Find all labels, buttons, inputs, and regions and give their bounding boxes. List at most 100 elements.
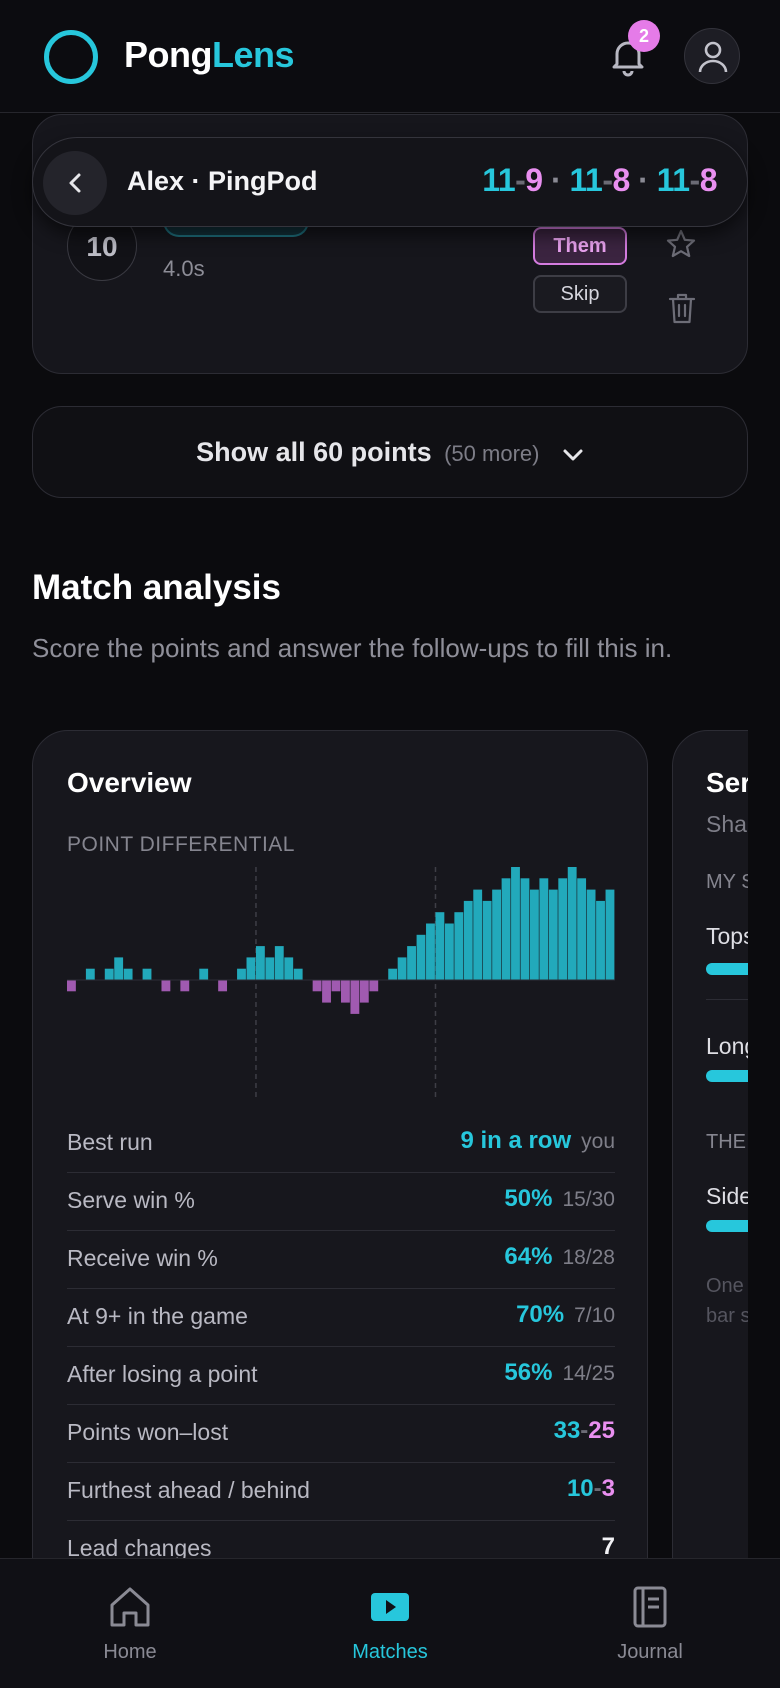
stat-row-best-run: Best run 9 in a row you: [67, 1115, 615, 1173]
profile-button[interactable]: [684, 28, 740, 84]
chart-bar: [67, 980, 76, 992]
chart-bar: [85, 968, 95, 980]
chart-bar: [501, 878, 511, 980]
chart-bar: [435, 912, 445, 980]
game-score-me: 11: [482, 162, 516, 198]
nav-label: Matches: [352, 1641, 428, 1663]
match-score: 11-9 · 11-8 · 11-8: [482, 162, 717, 199]
card-note: bar s: [706, 1305, 751, 1327]
stat-row-at-nine-plus: At 9+ in the game 70% 7/10: [67, 1289, 615, 1347]
user-icon: [698, 41, 728, 73]
points-won: 33: [553, 1417, 581, 1444]
stat-value: 9 in a row you: [460, 1127, 615, 1155]
chart-bar: [492, 889, 502, 980]
stat-value-sub: you: [581, 1130, 615, 1153]
stat-label: Points won–lost: [67, 1419, 229, 1445]
score-separator: ·: [550, 162, 562, 198]
game-score-me: 11: [656, 162, 690, 198]
score-dash: -: [593, 1475, 602, 1502]
game-score-them: 8: [612, 162, 630, 198]
game-score-them: 8: [699, 162, 718, 198]
notification-count-badge: 2: [628, 20, 660, 52]
them-button[interactable]: Them: [533, 227, 627, 265]
furthest-ahead: 10: [566, 1475, 594, 1502]
nav-item-journal[interactable]: Journal: [550, 1559, 750, 1688]
chart-bar: [577, 878, 587, 980]
chart-bar: [473, 889, 483, 980]
app-logo[interactable]: PongLens: [124, 34, 295, 76]
point-differential-chart: [67, 867, 615, 1097]
stat-label: Best run: [67, 1129, 153, 1155]
stat-value-sub: 14/25: [562, 1362, 615, 1385]
chart-bar: [482, 900, 492, 980]
match-header-bar: Alex · PingPod 11-9 · 11-8 · 11-8: [32, 137, 748, 227]
chart-bar: [284, 957, 294, 980]
point-duration: 4.0s: [163, 256, 205, 281]
show-all-label: Show all 60 points: [196, 437, 432, 467]
chart-bar: [596, 900, 605, 980]
stat-row-furthest: Furthest ahead / behind 10-3: [67, 1463, 615, 1521]
chart-bar: [123, 968, 133, 980]
stat-row-receive-win: Receive win % 64% 18/28: [67, 1231, 615, 1289]
stat-label: Furthest ahead / behind: [67, 1477, 310, 1503]
chart-bar: [586, 889, 596, 980]
chart-bar: [350, 980, 360, 1014]
section-subtitle: Score the points and answer the follow-u…: [32, 633, 673, 663]
overview-card[interactable]: Overview POINT DIFFERENTIAL Best run 9 i…: [32, 730, 648, 1688]
score-dash: -: [689, 162, 701, 198]
chart-bar: [529, 889, 539, 980]
stat-label: Receive win %: [67, 1245, 218, 1271]
chart-bar: [218, 980, 228, 992]
stat-label: After losing a point: [67, 1361, 258, 1387]
stat-value-main: 9 in a row: [460, 1127, 572, 1154]
score-dash: -: [602, 162, 613, 198]
score-dash: -: [515, 162, 526, 198]
play-icon: [371, 1593, 409, 1621]
stat-value-sub: 15/30: [562, 1188, 615, 1211]
chart-bar: [426, 923, 435, 980]
section-title: Match analysis: [32, 568, 281, 607]
chart-bar: [255, 946, 265, 980]
app-header: PongLens 2: [0, 0, 780, 113]
furthest-behind: 3: [601, 1475, 615, 1502]
trash-icon[interactable]: [667, 291, 697, 325]
stat-value-main: 56%: [504, 1359, 553, 1386]
nav-item-matches[interactable]: Matches: [290, 1559, 490, 1688]
chart-bar: [274, 946, 284, 980]
chart-bar: [322, 980, 331, 1003]
brand-name-part: Lens: [211, 34, 295, 75]
chart-bar: [265, 957, 275, 980]
card-title: Overview: [67, 767, 192, 798]
stat-value: 56% 14/25: [504, 1359, 615, 1387]
viewport-edge: [748, 700, 780, 1560]
chart-bar: [539, 878, 549, 980]
nav-item-home[interactable]: Home: [30, 1559, 230, 1688]
stat-value: 50% 15/30: [504, 1185, 615, 1213]
chart-bar: [463, 900, 473, 980]
score-separator: ·: [638, 162, 649, 198]
chart-bar: [161, 980, 171, 992]
home-icon: [110, 1587, 150, 1627]
chart-bar: [293, 968, 303, 980]
card-subtitle: Sha: [706, 811, 747, 837]
stat-value: 64% 18/28: [504, 1243, 615, 1271]
skip-button[interactable]: Skip: [533, 275, 627, 313]
stat-value-sub: 18/28: [562, 1246, 615, 1269]
chart-bar: [142, 968, 152, 980]
back-button[interactable]: [43, 151, 107, 215]
stat-row-serve-win: Serve win % 50% 15/30: [67, 1173, 615, 1231]
chart-bar: [511, 867, 520, 980]
stat-value-main: 64%: [504, 1243, 553, 1270]
chart-bar: [520, 878, 530, 980]
chart-bar: [407, 946, 416, 980]
logo-icon: [44, 30, 98, 84]
show-all-points-button[interactable]: Show all 60 points (50 more): [32, 406, 748, 498]
section-label: THE: [706, 1131, 746, 1153]
chart-bar: [341, 980, 350, 1003]
chevron-left-icon: [69, 173, 81, 193]
star-icon[interactable]: [665, 228, 697, 260]
chart-bar: [312, 980, 322, 992]
chart-bar: [444, 923, 454, 980]
show-all-more-count: (50 more): [444, 441, 540, 466]
chart-label: POINT DIFFERENTIAL: [67, 833, 295, 856]
